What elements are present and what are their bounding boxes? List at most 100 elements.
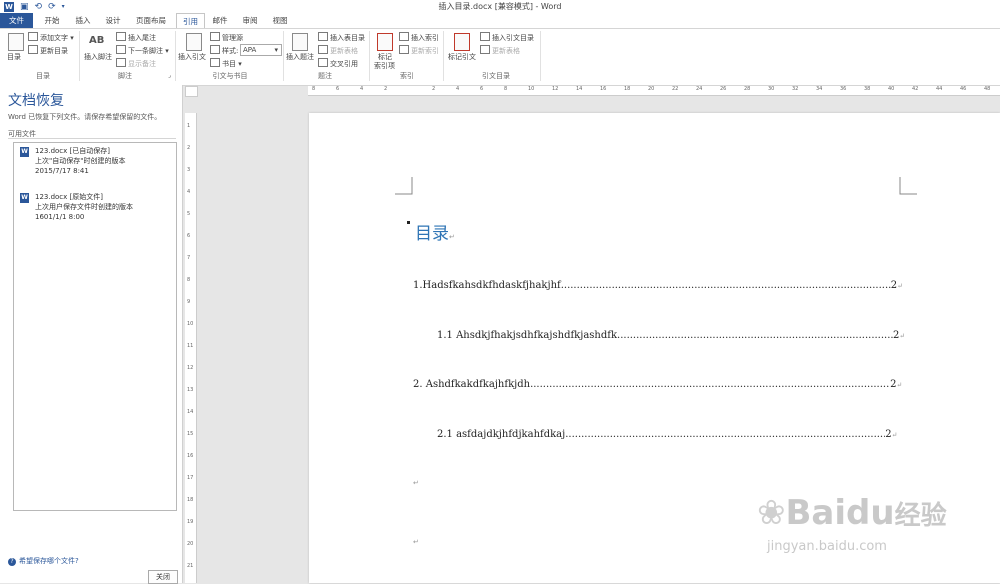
update-table-button[interactable]: 更新表格 xyxy=(318,45,358,56)
group-divider xyxy=(283,31,284,81)
tab-design[interactable]: 设计 xyxy=(100,13,126,28)
title-bar: 插入目录.docx [兼容模式] - Word W ▣ ⟲ ⟳ ▾ xyxy=(0,0,1000,13)
update-toa-icon xyxy=(480,45,490,54)
toc-entry[interactable]: 1.Hadsfkahsdkfhdaskfjhakjhf.............… xyxy=(413,280,903,291)
ruler-tick-label: 6 xyxy=(336,86,340,92)
ruler-tick-label: 46 xyxy=(960,86,967,92)
insert-citation-button[interactable]: 插入引文 xyxy=(178,52,206,62)
quick-access-toolbar: W ▣ ⟲ ⟳ ▾ xyxy=(4,0,65,13)
show-notes-button[interactable]: 显示备注 xyxy=(116,58,156,69)
insert-table-of-figures-button[interactable]: 插入表目录 xyxy=(318,32,365,43)
insert-caption-button[interactable]: 插入题注 xyxy=(286,52,314,62)
ruler-tick-label: 24 xyxy=(696,86,703,92)
toc-entry[interactable]: 2.1 asfdajdkjhfdjkahfdkaj...............… xyxy=(437,429,897,440)
tab-references[interactable]: 引用 xyxy=(176,13,205,29)
toc-leader-dots: ........................................… xyxy=(530,379,891,390)
recovered-file-autosave[interactable]: W 123.docx [已自动保存] 上次"自动保存"时创建的版本 2015/7… xyxy=(20,146,125,176)
update-table-icon xyxy=(318,45,328,54)
watermark-url: jingyan.baidu.com xyxy=(767,539,887,554)
toc-entry[interactable]: 2. Ashdfkakdfkajhfkjdh..................… xyxy=(413,379,902,390)
group-divider xyxy=(175,31,176,81)
ruler-tick-label: 7 xyxy=(187,255,191,261)
update-toc-icon xyxy=(28,45,38,54)
ruler-tick-label: 16 xyxy=(600,86,607,92)
insert-toa-button[interactable]: 插入引文目录 xyxy=(480,32,534,43)
update-index-button[interactable]: 更新索引 xyxy=(399,45,439,56)
manage-sources-button[interactable]: 管理源 xyxy=(210,32,243,43)
recovery-description: Word 已恢复下列文件。请保存希望保留的文件。 xyxy=(8,113,162,121)
ruler-tick-label: 12 xyxy=(552,86,559,92)
group-label-toa: 引文目录 xyxy=(482,72,510,80)
bibliography-icon xyxy=(210,58,220,67)
toc-entry[interactable]: 1.1 Ahsdkjfhakjsdhfkajshdfkjashdfk......… xyxy=(437,330,905,341)
mark-citation-button[interactable]: 标记引文 xyxy=(448,52,476,62)
insert-index-icon xyxy=(399,32,409,41)
tab-view[interactable]: 视图 xyxy=(267,13,293,28)
insert-footnote-button[interactable]: 插入脚注 xyxy=(84,52,112,62)
table-of-figures-icon xyxy=(318,32,328,41)
tab-page-layout[interactable]: 页面布局 xyxy=(130,13,172,28)
file-date: 2015/7/17 8:41 xyxy=(35,167,89,175)
ruler-tick-label: 6 xyxy=(187,233,191,239)
mark-citation-icon xyxy=(454,33,470,51)
toc-entry-text: 2.1 asfdajdkjhfdjkahfdkaj xyxy=(437,429,566,440)
save-icon[interactable]: ▣ xyxy=(20,2,29,12)
close-button[interactable]: 关闭 xyxy=(148,570,178,584)
update-index-icon xyxy=(399,45,409,54)
tab-mailings[interactable]: 邮件 xyxy=(207,13,233,28)
paragraph-mark: ↵ xyxy=(896,381,903,389)
help-link[interactable]: ? 希望保存哪个文件? xyxy=(8,556,79,566)
word-logo-icon: W xyxy=(4,1,14,12)
ruler-tick-label: 48 xyxy=(984,86,991,92)
document-page[interactable]: 目录↵ 1.Hadsfkahsdkfhdaskfjhakjhf.........… xyxy=(309,113,1000,583)
ruler-tick-label: 26 xyxy=(720,86,727,92)
update-toc-button[interactable]: 更新目录 xyxy=(28,45,68,56)
cross-reference-button[interactable]: 交叉引用 xyxy=(318,58,358,69)
add-text-button[interactable]: 添加文字 ▾ xyxy=(28,32,74,43)
vertical-ruler[interactable]: 1 2 3 4 5 6 7 8 9 10 11 12 13 14 15 16 17 18 19 20 21 xyxy=(185,113,197,583)
insert-footnote-icon: AB xyxy=(89,35,105,46)
horizontal-ruler[interactable]: 8 6 4 2 2 4 6 8 10 12 14 16 18 20 22 24 26 28 30 32 34 36 38 40… xyxy=(308,86,1000,96)
toc-heading[interactable]: 目录↵ xyxy=(415,219,455,244)
ruler-tick-label: 16 xyxy=(187,453,194,459)
endnote-icon xyxy=(116,32,126,41)
insert-endnote-button[interactable]: 插入尾注 xyxy=(116,32,156,43)
toc-button[interactable]: 目录 xyxy=(7,52,21,62)
mark-entry-button-line2[interactable]: 索引项 xyxy=(374,61,395,71)
file-date: 1601/1/1 8:00 xyxy=(35,213,85,221)
tab-file[interactable]: 文件 xyxy=(0,13,33,28)
tab-review[interactable]: 审阅 xyxy=(237,13,263,28)
bibliography-button[interactable]: 书目 ▾ xyxy=(210,58,242,69)
footnote-dialog-launcher-icon[interactable]: ⌟ xyxy=(168,72,171,79)
paragraph-mark: ↵ xyxy=(449,233,455,241)
redo-icon[interactable]: ⟳ xyxy=(48,2,56,12)
tab-home[interactable]: 开始 xyxy=(38,13,66,28)
toc-leader-dots: ........................................… xyxy=(560,280,891,291)
ruler-tick-label: 21 xyxy=(187,563,194,569)
group-label-toc: 目录 xyxy=(36,72,50,80)
group-label-captions: 题注 xyxy=(318,72,332,80)
ruler-tick-label: 20 xyxy=(648,86,655,92)
ruler-tick-label: 14 xyxy=(576,86,583,92)
undo-icon[interactable]: ⟲ xyxy=(35,2,43,12)
customize-qat-icon[interactable]: ▾ xyxy=(62,3,65,10)
group-label-index: 索引 xyxy=(400,72,414,80)
citation-style-select[interactable]: APA ▾ xyxy=(240,44,282,56)
manage-sources-icon xyxy=(210,32,220,41)
recovered-file-original[interactable]: W 123.docx [原始文件] 上次用户保存文件时创建的版本 1601/1/… xyxy=(20,192,133,222)
tab-insert[interactable]: 插入 xyxy=(70,13,96,28)
paw-icon: ❀ xyxy=(757,493,786,533)
crop-mark-top-left xyxy=(395,177,413,195)
ruler-tick-label: 19 xyxy=(187,519,194,525)
next-footnote-button[interactable]: 下一条脚注 ▾ xyxy=(116,45,169,56)
ruler-tick-label: 10 xyxy=(528,86,535,92)
help-icon: ? xyxy=(8,558,16,566)
ruler-tick-label: 30 xyxy=(768,86,775,92)
ruler-tick-label: 42 xyxy=(912,86,919,92)
ruler-tick-label: 36 xyxy=(840,86,847,92)
word-document-icon: W xyxy=(20,193,29,203)
insert-index-button[interactable]: 插入索引 xyxy=(399,32,439,43)
ruler-tick-label: 11 xyxy=(187,343,194,349)
update-toa-button[interactable]: 更新表格 xyxy=(480,45,520,56)
ruler-tick-label: 1 xyxy=(187,123,191,129)
